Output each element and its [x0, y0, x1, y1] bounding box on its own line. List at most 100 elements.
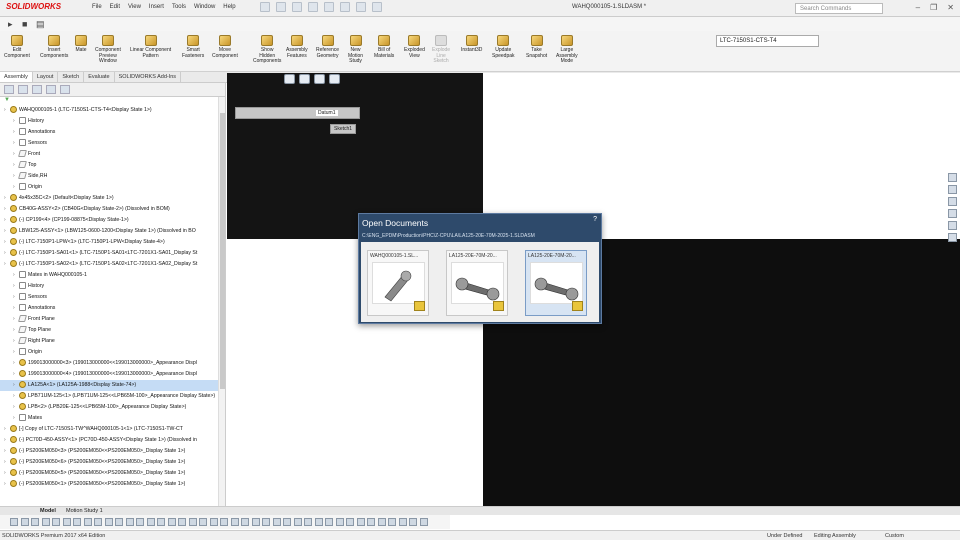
- expand-icon[interactable]: ›: [4, 435, 10, 446]
- sketch-tool-icon[interactable]: [83, 518, 92, 526]
- sketch-tool-icon[interactable]: [10, 518, 18, 526]
- ribbon-button-13[interactable]: Explode Line Sketch: [432, 35, 450, 65]
- expand-icon[interactable]: ›: [4, 259, 10, 270]
- sketch-tool-icon[interactable]: [94, 518, 102, 526]
- expand-icon[interactable]: ›: [4, 248, 10, 259]
- configuration-select[interactable]: LTC-7150S1-CTS-T4: [716, 35, 819, 47]
- tree-item[interactable]: › (-) PC70D-450-ASSY<1> (PC70D-450-ASSY<D…: [0, 435, 225, 446]
- tab-addins[interactable]: SOLIDWORKS Add-Ins: [115, 72, 182, 82]
- print-icon[interactable]: [308, 2, 318, 12]
- sketch-tool-icon[interactable]: [157, 518, 165, 526]
- sketch-tool-icon[interactable]: [146, 518, 155, 526]
- document-card[interactable]: LA125-20E-70M-20...: [446, 250, 508, 316]
- sketch-tool-icon[interactable]: [409, 518, 417, 526]
- expand-icon[interactable]: ›: [4, 479, 10, 490]
- tree-item[interactable]: › (-) PS200EM050<5> (PS200EM050<<PS200EM0…: [0, 468, 225, 479]
- undo-icon[interactable]: [324, 2, 334, 12]
- sketch-tool-icon[interactable]: [136, 518, 144, 526]
- tree-item[interactable]: › 199013000000<4> (199013000000<<19901300…: [0, 369, 225, 380]
- document-card[interactable]: LA125-20E-70M-20...: [525, 250, 587, 316]
- ribbon-button-10[interactable]: New Motion Study: [348, 35, 363, 65]
- select-icon[interactable]: [340, 2, 350, 12]
- file-explorer-icon[interactable]: [948, 197, 957, 206]
- open-file-icon[interactable]: [276, 2, 286, 12]
- sketch-tool-icon[interactable]: [20, 518, 29, 526]
- expand-icon[interactable]: ›: [4, 237, 10, 248]
- expand-icon[interactable]: ›: [13, 391, 19, 402]
- sketch-tool-icon[interactable]: [167, 518, 176, 526]
- tree-item[interactable]: › (-) LTC-7150P1-SA01<1> (LTC-7150P1-SA01…: [0, 248, 225, 259]
- resources-icon[interactable]: [948, 173, 957, 182]
- units-label[interactable]: Custom: [885, 533, 904, 539]
- ribbon-button-0[interactable]: Edit Component: [4, 35, 30, 59]
- tab-sketch[interactable]: Sketch: [58, 72, 85, 82]
- sketch-tool-icon[interactable]: [346, 518, 354, 526]
- tree-item[interactable]: › Top Plane: [0, 325, 225, 336]
- expand-icon[interactable]: ›: [4, 105, 10, 116]
- ribbon-button-8[interactable]: Assembly Features: [286, 35, 308, 59]
- ribbon-button-1[interactable]: Insert Components: [40, 35, 68, 59]
- sketch-tool-icon[interactable]: [251, 518, 260, 526]
- tree-item[interactable]: › (-) PS200EM050<3> (PS200EM050<<PS200EM0…: [0, 446, 225, 457]
- ribbon-button-11[interactable]: Bill of Materials: [374, 35, 394, 59]
- tab-model[interactable]: Model: [40, 508, 56, 514]
- tree-item[interactable]: › (-) PS200EM050<6> (PS200EM050<<PS200EM0…: [0, 457, 225, 468]
- expand-icon[interactable]: ›: [4, 457, 10, 468]
- sketch-tool-icon[interactable]: [188, 518, 197, 526]
- new-file-icon[interactable]: [260, 2, 270, 12]
- ribbon-button-6[interactable]: Move Component: [212, 35, 238, 59]
- previous-view-icon[interactable]: [314, 74, 325, 84]
- sketch-tool-icon[interactable]: [398, 518, 407, 526]
- tab-evaluate[interactable]: Evaluate: [84, 72, 115, 82]
- tab-motion-study[interactable]: Motion Study 1: [66, 508, 103, 514]
- tree-item[interactable]: › Sensors: [0, 138, 225, 149]
- search-commands-input[interactable]: Search Commands: [795, 3, 883, 14]
- sketch-tool-icon[interactable]: [220, 518, 228, 526]
- sketch-tool-icon[interactable]: [293, 518, 302, 526]
- sketch-tool-icon[interactable]: [325, 518, 333, 526]
- context-toolbar[interactable]: Datum1: [235, 107, 360, 119]
- tree-item[interactable]: › Annotations: [0, 127, 225, 138]
- menu-insert[interactable]: Insert: [149, 4, 164, 10]
- tree-item[interactable]: › LPB<2> (LPB20E-125<<LPB65M-100>_Appeara…: [0, 402, 225, 413]
- expand-icon[interactable]: ›: [4, 215, 10, 226]
- expand-icon[interactable]: ›: [13, 358, 19, 369]
- restore-icon[interactable]: ❐: [930, 3, 937, 12]
- ribbon-button-3[interactable]: Component Preview Window: [95, 35, 121, 65]
- sketch-tool-icon[interactable]: [199, 518, 207, 526]
- tree-item[interactable]: › Origin: [0, 347, 225, 358]
- sketch-tool-icon[interactable]: [178, 518, 186, 526]
- tree-item[interactable]: › Top: [0, 160, 225, 171]
- sketch-tool-icon[interactable]: [304, 518, 312, 526]
- tree-item[interactable]: › LBW125-ASSY<1> (LBW125-0600-1200<Displa…: [0, 226, 225, 237]
- sketch-tool-icon[interactable]: [335, 518, 344, 526]
- tree-item[interactable]: › Side,RH: [0, 171, 225, 182]
- tree-item[interactable]: › Mates in WAHQ000105-1: [0, 270, 225, 281]
- menu-tools[interactable]: Tools: [172, 4, 186, 10]
- display-manager-icon[interactable]: [60, 85, 70, 94]
- expand-icon[interactable]: ›: [13, 402, 19, 413]
- tree-item[interactable]: › History: [0, 116, 225, 127]
- view-palette-icon[interactable]: [948, 209, 957, 218]
- save-icon[interactable]: [292, 2, 302, 12]
- sketch-tool-icon[interactable]: [52, 518, 60, 526]
- tree-item[interactable]: › Mates: [0, 413, 225, 424]
- tree-item[interactable]: › (-) CP199<4> (CP199-08875<Display State…: [0, 215, 225, 226]
- tree-item[interactable]: › 4x45x35C<2> (Default<Display State 1>): [0, 193, 225, 204]
- menu-window[interactable]: Window: [194, 4, 215, 10]
- property-manager-icon[interactable]: [18, 85, 28, 94]
- stop-icon[interactable]: ■: [22, 19, 27, 29]
- ribbon-button-9[interactable]: Reference Geometry: [316, 35, 339, 59]
- toolbar-icon[interactable]: ▤: [36, 19, 45, 30]
- zoom-area-icon[interactable]: [299, 74, 310, 84]
- expand-icon[interactable]: ›: [4, 424, 10, 435]
- tree-item[interactable]: › Right Plane: [0, 336, 225, 347]
- sketch-label[interactable]: Sketch1: [330, 124, 357, 134]
- custom-properties-icon[interactable]: [948, 233, 957, 242]
- ribbon-button-2[interactable]: Mate: [75, 35, 87, 54]
- play-icon[interactable]: ▸: [8, 19, 13, 30]
- tree-item[interactable]: › (-) PS200EM050<1> (PS200EM050<<PS200EM0…: [0, 479, 225, 490]
- tree-item[interactable]: › [-] Copy of LTC-7150S1-TW^WAHQ000105-1<…: [0, 424, 225, 435]
- menu-help[interactable]: Help: [223, 4, 235, 10]
- sketch-tool-icon[interactable]: [377, 518, 386, 526]
